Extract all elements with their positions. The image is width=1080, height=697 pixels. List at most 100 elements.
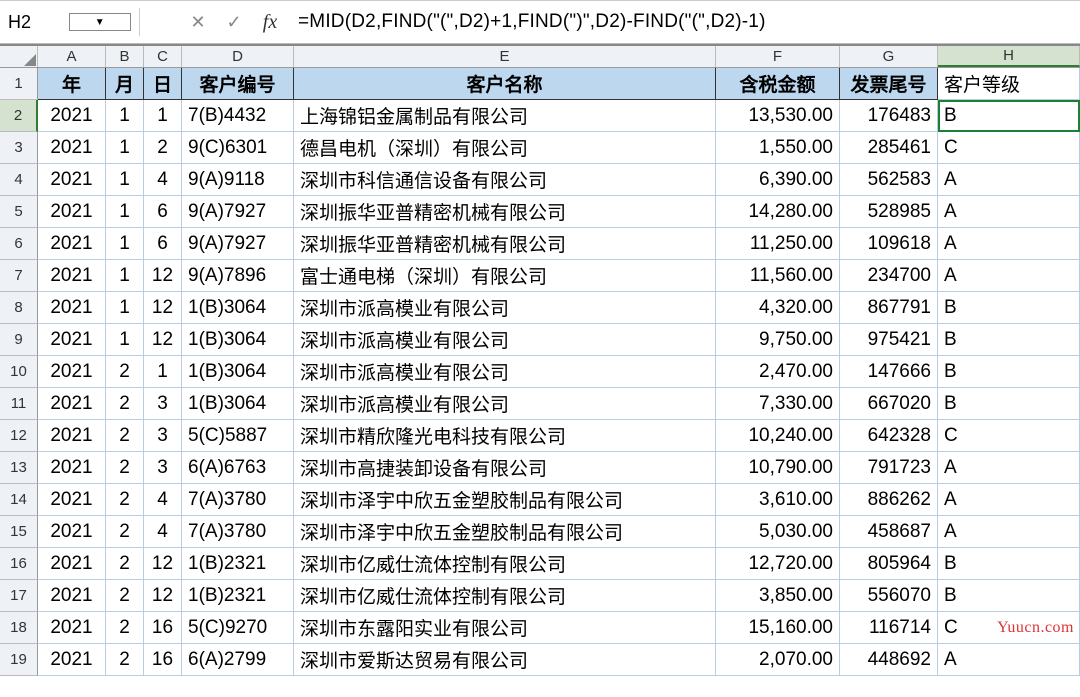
cell-D17[interactable]: 1(B)2321 bbox=[182, 580, 294, 612]
cell-H14[interactable]: A bbox=[938, 484, 1080, 516]
cell-H15[interactable]: A bbox=[938, 516, 1080, 548]
select-all-corner[interactable] bbox=[0, 46, 38, 67]
cell-A14[interactable]: 2021 bbox=[38, 484, 106, 516]
cell-B17[interactable]: 2 bbox=[106, 580, 144, 612]
cell-B18[interactable]: 2 bbox=[106, 612, 144, 644]
cell-C17[interactable]: 12 bbox=[144, 580, 182, 612]
cell-E15[interactable]: 深圳市泽宇中欣五金塑胶制品有限公司 bbox=[294, 516, 716, 548]
row-header-19[interactable]: 19 bbox=[0, 644, 38, 676]
cell-G13[interactable]: 791723 bbox=[840, 452, 938, 484]
row-header-15[interactable]: 15 bbox=[0, 516, 38, 548]
cell-A9[interactable]: 2021 bbox=[38, 324, 106, 356]
cell-E12[interactable]: 深圳市精欣隆光电科技有限公司 bbox=[294, 420, 716, 452]
cell-B2[interactable]: 1 bbox=[106, 100, 144, 132]
cell-D15[interactable]: 7(A)3780 bbox=[182, 516, 294, 548]
cell-B10[interactable]: 2 bbox=[106, 356, 144, 388]
cell-A17[interactable]: 2021 bbox=[38, 580, 106, 612]
cell-G14[interactable]: 886262 bbox=[840, 484, 938, 516]
row-header-6[interactable]: 6 bbox=[0, 228, 38, 260]
cell-E10[interactable]: 深圳市派高模业有限公司 bbox=[294, 356, 716, 388]
cell-H2[interactable]: B bbox=[938, 100, 1080, 132]
cell-C9[interactable]: 12 bbox=[144, 324, 182, 356]
cell-A5[interactable]: 2021 bbox=[38, 196, 106, 228]
row-header-10[interactable]: 10 bbox=[0, 356, 38, 388]
cell-G10[interactable]: 147666 bbox=[840, 356, 938, 388]
header-cell-E[interactable]: 客户名称 bbox=[294, 68, 716, 100]
cell-F4[interactable]: 6,390.00 bbox=[716, 164, 840, 196]
cell-C11[interactable]: 3 bbox=[144, 388, 182, 420]
cell-F14[interactable]: 3,610.00 bbox=[716, 484, 840, 516]
cell-G4[interactable]: 562583 bbox=[840, 164, 938, 196]
cell-D4[interactable]: 9(A)9118 bbox=[182, 164, 294, 196]
cell-A11[interactable]: 2021 bbox=[38, 388, 106, 420]
column-header-G[interactable]: G bbox=[840, 46, 938, 67]
cell-F19[interactable]: 2,070.00 bbox=[716, 644, 840, 676]
cell-F16[interactable]: 12,720.00 bbox=[716, 548, 840, 580]
cell-H17[interactable]: B bbox=[938, 580, 1080, 612]
row-header-7[interactable]: 7 bbox=[0, 260, 38, 292]
cell-C10[interactable]: 1 bbox=[144, 356, 182, 388]
cell-A4[interactable]: 2021 bbox=[38, 164, 106, 196]
cell-A10[interactable]: 2021 bbox=[38, 356, 106, 388]
header-cell-B[interactable]: 月 bbox=[106, 68, 144, 100]
cell-C2[interactable]: 1 bbox=[144, 100, 182, 132]
cancel-formula-button[interactable]: ✕ bbox=[180, 8, 216, 36]
cell-G9[interactable]: 975421 bbox=[840, 324, 938, 356]
cell-E6[interactable]: 深圳振华亚普精密机械有限公司 bbox=[294, 228, 716, 260]
cell-G3[interactable]: 285461 bbox=[840, 132, 938, 164]
column-header-E[interactable]: E bbox=[294, 46, 716, 67]
cell-C12[interactable]: 3 bbox=[144, 420, 182, 452]
cell-B19[interactable]: 2 bbox=[106, 644, 144, 676]
chevron-down-icon[interactable]: ▼ bbox=[69, 13, 132, 31]
row-header-11[interactable]: 11 bbox=[0, 388, 38, 420]
cell-A18[interactable]: 2021 bbox=[38, 612, 106, 644]
cell-D8[interactable]: 1(B)3064 bbox=[182, 292, 294, 324]
cell-G19[interactable]: 448692 bbox=[840, 644, 938, 676]
cell-D11[interactable]: 1(B)3064 bbox=[182, 388, 294, 420]
cell-F2[interactable]: 13,530.00 bbox=[716, 100, 840, 132]
cell-B14[interactable]: 2 bbox=[106, 484, 144, 516]
cell-F11[interactable]: 7,330.00 bbox=[716, 388, 840, 420]
cell-F3[interactable]: 1,550.00 bbox=[716, 132, 840, 164]
cell-D13[interactable]: 6(A)6763 bbox=[182, 452, 294, 484]
cell-B16[interactable]: 2 bbox=[106, 548, 144, 580]
cell-E7[interactable]: 富士通电梯（深圳）有限公司 bbox=[294, 260, 716, 292]
cell-B4[interactable]: 1 bbox=[106, 164, 144, 196]
column-header-C[interactable]: C bbox=[144, 46, 182, 67]
cell-D19[interactable]: 6(A)2799 bbox=[182, 644, 294, 676]
cell-C15[interactable]: 4 bbox=[144, 516, 182, 548]
cell-H6[interactable]: A bbox=[938, 228, 1080, 260]
row-header-17[interactable]: 17 bbox=[0, 580, 38, 612]
row-header-18[interactable]: 18 bbox=[0, 612, 38, 644]
cell-C8[interactable]: 12 bbox=[144, 292, 182, 324]
row-header-5[interactable]: 5 bbox=[0, 196, 38, 228]
cell-G8[interactable]: 867791 bbox=[840, 292, 938, 324]
cell-B9[interactable]: 1 bbox=[106, 324, 144, 356]
cell-E9[interactable]: 深圳市派高模业有限公司 bbox=[294, 324, 716, 356]
cell-C4[interactable]: 4 bbox=[144, 164, 182, 196]
cell-A12[interactable]: 2021 bbox=[38, 420, 106, 452]
row-header-9[interactable]: 9 bbox=[0, 324, 38, 356]
cell-F12[interactable]: 10,240.00 bbox=[716, 420, 840, 452]
row-header-13[interactable]: 13 bbox=[0, 452, 38, 484]
cell-E5[interactable]: 深圳振华亚普精密机械有限公司 bbox=[294, 196, 716, 228]
cell-B8[interactable]: 1 bbox=[106, 292, 144, 324]
cell-H19[interactable]: A bbox=[938, 644, 1080, 676]
cell-C13[interactable]: 3 bbox=[144, 452, 182, 484]
cell-C14[interactable]: 4 bbox=[144, 484, 182, 516]
cell-A3[interactable]: 2021 bbox=[38, 132, 106, 164]
row-header-8[interactable]: 8 bbox=[0, 292, 38, 324]
cell-F10[interactable]: 2,470.00 bbox=[716, 356, 840, 388]
name-box[interactable]: H2 ▼ bbox=[0, 8, 140, 36]
cell-A7[interactable]: 2021 bbox=[38, 260, 106, 292]
cell-D9[interactable]: 1(B)3064 bbox=[182, 324, 294, 356]
cell-D3[interactable]: 9(C)6301 bbox=[182, 132, 294, 164]
cell-F18[interactable]: 15,160.00 bbox=[716, 612, 840, 644]
cell-H3[interactable]: C bbox=[938, 132, 1080, 164]
cell-B15[interactable]: 2 bbox=[106, 516, 144, 548]
header-cell-F[interactable]: 含税金额 bbox=[716, 68, 840, 100]
cell-G11[interactable]: 667020 bbox=[840, 388, 938, 420]
cell-F7[interactable]: 11,560.00 bbox=[716, 260, 840, 292]
column-header-A[interactable]: A bbox=[38, 46, 106, 67]
cell-H10[interactable]: B bbox=[938, 356, 1080, 388]
